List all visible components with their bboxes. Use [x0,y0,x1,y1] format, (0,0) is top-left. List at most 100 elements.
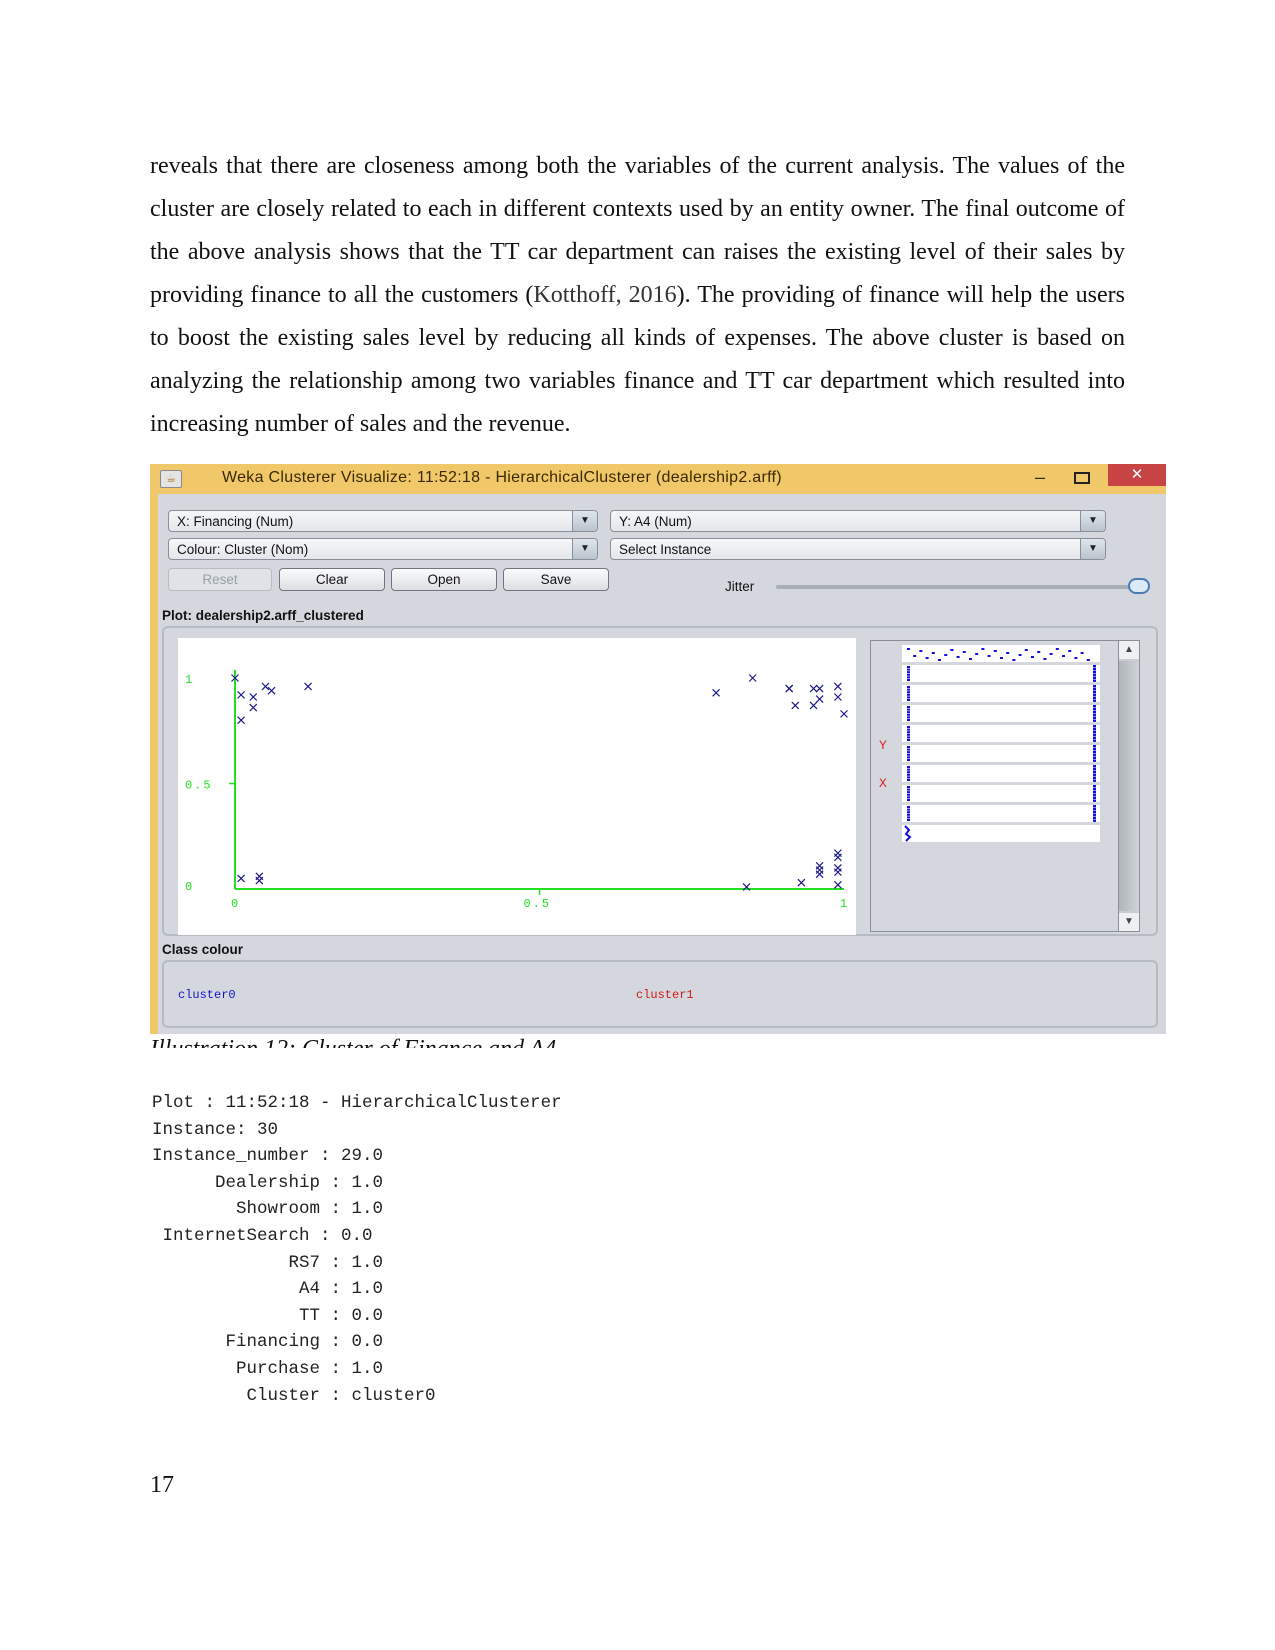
attribute-point [1093,750,1096,754]
attribute-bar-row[interactable] [902,765,1100,782]
select-instance-select[interactable]: Select Instance ▼ [610,538,1106,560]
x-axis-marker: X [879,776,887,791]
data-point[interactable] [748,674,757,682]
attribute-bar-row[interactable] [902,825,1100,842]
attribute-point [944,654,948,656]
instance-detail-line: Instance_number : 29.0 [152,1146,384,1167]
data-point[interactable] [255,872,264,881]
attribute-point [907,776,910,779]
attribute-bar-row[interactable] [902,725,1100,742]
data-point[interactable] [267,686,276,695]
data-point[interactable] [833,682,842,691]
class-legend-cluster0[interactable]: cluster0 [178,988,236,1002]
attribute-bar-row[interactable] [902,665,1100,682]
data-point[interactable] [237,716,246,725]
jitter-label: Jitter [725,579,755,594]
attribute-point [1093,787,1096,791]
attribute-point [907,673,910,676]
open-button[interactable]: Open [391,568,497,591]
window-titlebar[interactable]: ☕ Weka Clusterer Visualize: 11:52:18 - H… [150,464,1166,494]
attribute-point [1093,796,1096,799]
attribute-point [907,753,910,756]
scatter-plot[interactable]: 0 0.5 1 0 0.5 1 [178,638,856,935]
reset-button[interactable]: Reset [168,568,272,591]
scroll-down-icon[interactable]: ▼ [1119,913,1139,931]
attribute-point [907,811,910,814]
data-point[interactable] [809,684,818,693]
data-point[interactable] [833,868,842,877]
figure-caption-text: Illustration 12: Cluster of Finance and … [150,1036,556,1048]
data-point[interactable] [791,701,800,710]
attribute-point [1093,713,1096,717]
data-point[interactable] [237,690,246,699]
attribute-point [1093,736,1096,739]
jitter-slider-handle[interactable] [1128,578,1150,594]
clear-button[interactable]: Clear [279,568,385,591]
data-point[interactable] [304,682,313,691]
data-point[interactable] [809,701,818,710]
instance-detail-line: Dealership : 1.0 [152,1172,384,1193]
attribute-scrollbar[interactable]: ▲ ▼ [1118,640,1140,932]
data-point[interactable] [815,684,824,693]
y-axis-select[interactable]: Y: A4 (Num) ▼ [610,510,1106,532]
data-point[interactable] [833,693,842,701]
close-button[interactable]: ✕ [1108,464,1166,486]
attribute-point [1093,673,1096,677]
data-point[interactable] [237,874,246,883]
attribute-point [907,756,910,759]
instance-detail-line: TT : 0.0 [152,1305,384,1326]
scrollbar-thumb[interactable] [1119,661,1139,911]
scroll-up-icon[interactable]: ▲ [1119,641,1139,659]
data-point[interactable] [785,684,794,693]
attribute-point [907,748,910,751]
save-button[interactable]: Save [503,568,609,591]
attribute-point [907,668,910,671]
maximize-button[interactable] [1074,472,1090,484]
colour-select[interactable]: Colour: Cluster (Nom) ▼ [168,538,598,560]
attribute-point [1093,770,1096,774]
data-point[interactable] [840,709,848,718]
data-point[interactable] [815,695,824,704]
minimize-button[interactable]: – [1028,467,1052,488]
y-tick-label: 0 [185,880,194,894]
chevron-down-icon[interactable]: ▼ [1080,539,1105,559]
instance-detail-line: Showroom : 1.0 [152,1199,384,1220]
data-point[interactable] [797,878,806,887]
class-legend-cluster1[interactable]: cluster1 [636,988,694,1002]
attribute-point [1049,653,1053,655]
attribute-bar-row[interactable] [902,805,1100,822]
attribute-bar-row[interactable] [902,645,1100,662]
instance-detail-line: Financing : 0.0 [152,1332,384,1353]
attribute-point [1068,650,1072,652]
data-point[interactable] [815,870,824,879]
window-title: Weka Clusterer Visualize: 11:52:18 - Hie… [222,469,782,486]
attribute-point [907,736,910,739]
data-point[interactable] [833,853,842,862]
attribute-point [907,688,910,691]
attribute-bar-row[interactable] [902,745,1100,762]
attribute-point [1024,649,1028,651]
chevron-down-icon[interactable]: ▼ [572,539,597,559]
chevron-down-icon[interactable]: ▼ [1080,511,1105,531]
attribute-bar-row[interactable] [902,705,1100,722]
data-point[interactable] [249,703,258,712]
data-point[interactable] [712,688,721,697]
x-axis-select[interactable]: X: Financing (Num) ▼ [168,510,598,532]
y-axis-select-value: Y: A4 (Num) [619,514,692,529]
attribute-point [1018,654,1022,656]
attribute-bar-row[interactable] [902,685,1100,702]
attribute-point [1093,727,1096,731]
chevron-down-icon[interactable]: ▼ [572,511,597,531]
attribute-point [1093,813,1096,817]
data-point[interactable] [261,682,270,691]
citation-link[interactable]: Kotthoff, 2016 [533,282,676,308]
data-point[interactable] [833,880,842,889]
body-paragraph: reveals that there are closeness among b… [150,145,1125,446]
attribute-point [907,813,910,816]
attribute-bar-row[interactable] [902,785,1100,802]
attribute-point [907,693,910,696]
attribute-point [919,650,923,652]
jitter-slider-track[interactable] [776,585,1136,589]
data-point[interactable] [249,693,258,701]
attribute-point [907,711,910,714]
